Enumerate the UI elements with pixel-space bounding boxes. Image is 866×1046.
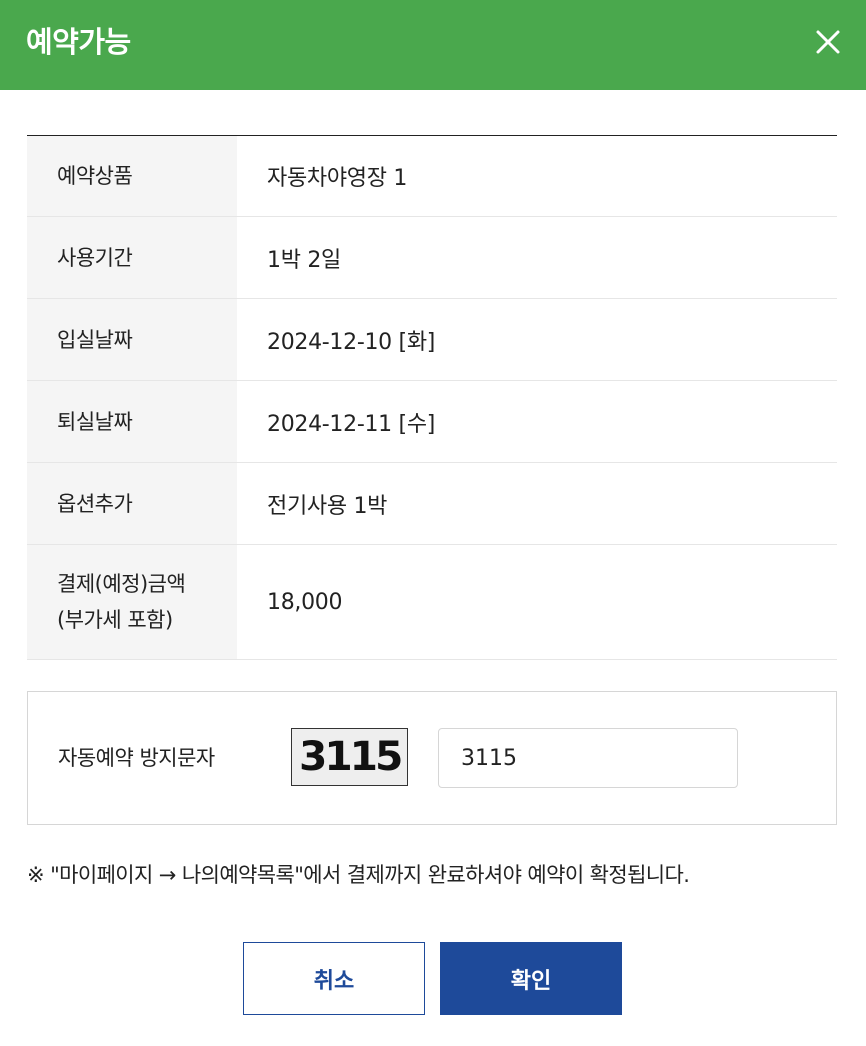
- row-value: 자동차야영장 1: [267, 166, 408, 191]
- modal-header: 예약가능: [0, 0, 866, 90]
- row-label-line: (부가세 포함): [57, 608, 173, 632]
- notice-text: ※ "마이페이지 → 나의예약목록"에서 결제까지 완료하셔야 예약이 확정됩니…: [27, 863, 690, 887]
- row-value: 1박 2일: [267, 247, 341, 273]
- row-label: 예약상품: [27, 136, 237, 216]
- close-icon: [810, 24, 846, 60]
- row-value: 18,000: [267, 589, 343, 615]
- captcha-label: 자동예약 방지문자: [58, 746, 215, 770]
- close-button[interactable]: [810, 24, 846, 60]
- row-value: 2024-12-10 [화]: [267, 329, 436, 355]
- table-row: 퇴실날짜 2024-12-11 [수]: [27, 381, 837, 463]
- row-value: 전기사용 1박: [267, 493, 388, 519]
- table-row: 예약상품 자동차야영장 1: [27, 136, 837, 217]
- captcha-image: 3115: [291, 728, 408, 786]
- table-row: 입실날짜 2024-12-10 [화]: [27, 299, 837, 381]
- row-label-line: 결제(예정)금액: [57, 572, 186, 596]
- row-label: 입실날짜: [27, 299, 237, 380]
- row-label: 퇴실날짜: [27, 381, 237, 462]
- table-row: 사용기간 1박 2일: [27, 217, 837, 299]
- reservation-info-table: 예약상품 자동차야영장 1 사용기간 1박 2일 입실날짜 2024-12-10…: [27, 135, 837, 660]
- table-row: 결제(예정)금액 (부가세 포함) 18,000: [27, 545, 837, 660]
- captcha-image-text: 3115: [298, 734, 403, 780]
- table-row: 옵션추가 전기사용 1박: [27, 463, 837, 545]
- row-label: 결제(예정)금액 (부가세 포함): [27, 545, 237, 659]
- cancel-button[interactable]: 취소: [243, 942, 425, 1015]
- captcha-section: 자동예약 방지문자 3115: [27, 691, 837, 825]
- captcha-input[interactable]: [438, 728, 738, 788]
- row-label: 옵션추가: [27, 463, 237, 544]
- modal-title: 예약가능: [26, 25, 131, 59]
- row-label: 사용기간: [27, 217, 237, 298]
- confirm-button[interactable]: 확인: [440, 942, 622, 1015]
- row-value: 2024-12-11 [수]: [267, 411, 436, 437]
